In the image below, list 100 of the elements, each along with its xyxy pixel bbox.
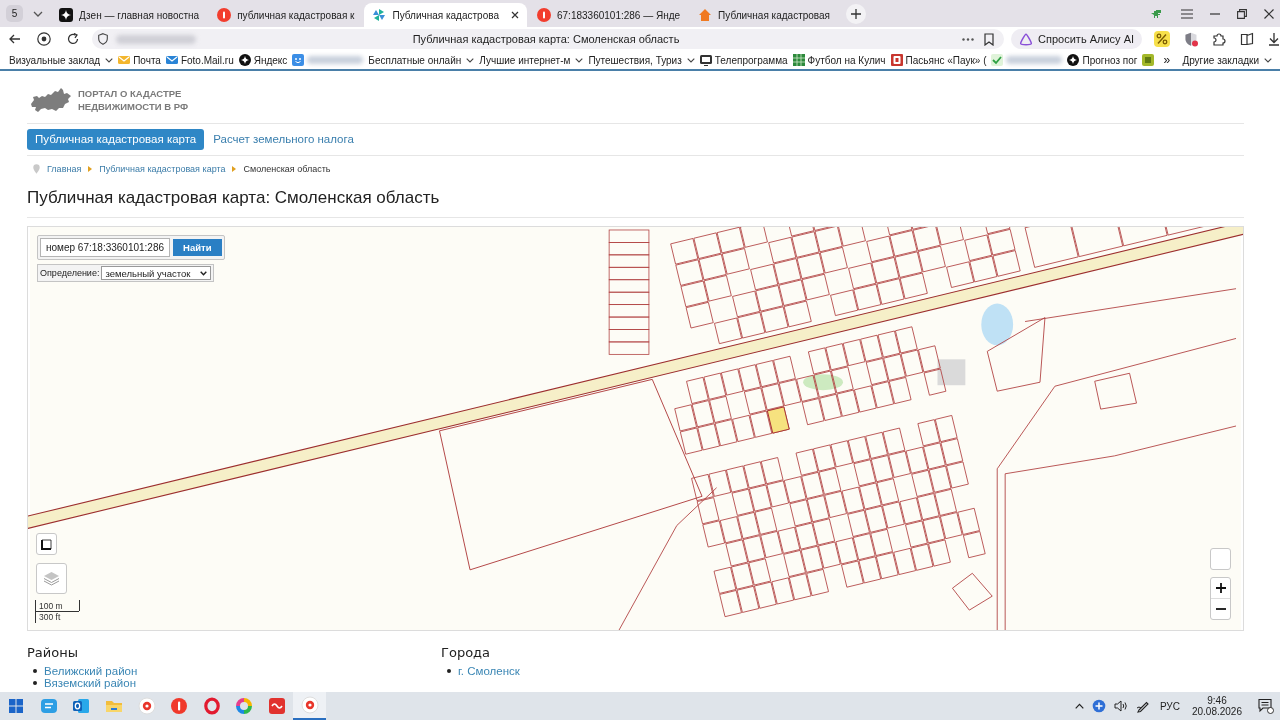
location-pin-icon bbox=[33, 163, 40, 174]
sidebar-icon[interactable] bbox=[1240, 32, 1254, 46]
browser-icon bbox=[137, 697, 156, 715]
round-logo-icon bbox=[217, 8, 232, 22]
scale-label: 100 m bbox=[39, 601, 63, 611]
bookmark[interactable]: Почта bbox=[118, 54, 161, 66]
round-logo-icon bbox=[537, 8, 551, 22]
extensions-icon[interactable] bbox=[1212, 32, 1226, 46]
caret-right-icon bbox=[232, 165, 237, 172]
taskbar-button[interactable] bbox=[293, 692, 326, 720]
menu-icon[interactable] bbox=[1181, 8, 1193, 19]
chevron-down-icon bbox=[466, 57, 475, 63]
round-logo-icon bbox=[170, 697, 189, 715]
search-field[interactable]: номер 67:18:3360101:286 bbox=[40, 238, 171, 257]
square-select-icon bbox=[41, 538, 52, 550]
back-icon[interactable] bbox=[9, 34, 21, 44]
chat-app-icon bbox=[39, 697, 58, 715]
triangle-icon bbox=[1019, 32, 1034, 46]
bookmark[interactable]: Телепрограмма bbox=[699, 54, 788, 66]
check-icon bbox=[991, 54, 1004, 66]
chevron-down-icon bbox=[105, 57, 114, 63]
address-field[interactable]: Публичная кадастровая карта: Смоленская область bbox=[91, 29, 1005, 49]
browser-tab[interactable]: Публичная кадастровая bbox=[690, 3, 839, 27]
smiley-icon bbox=[292, 54, 305, 66]
browser-tab[interactable]: Публичная кадастрова bbox=[364, 3, 527, 27]
list-link[interactable]: Велижский район bbox=[44, 665, 138, 677]
definition-label: Определение: bbox=[40, 268, 100, 278]
breadcrumb-link[interactable]: Публичная кадастровая карта bbox=[99, 163, 226, 174]
bullet-icon bbox=[33, 681, 37, 685]
speaker-icon[interactable] bbox=[1113, 700, 1128, 712]
download-icon[interactable] bbox=[1268, 32, 1280, 46]
list-link[interactable]: г. Смоленск bbox=[458, 665, 520, 677]
grid-icon bbox=[792, 54, 805, 66]
close-icon[interactable] bbox=[511, 11, 519, 19]
minimize-icon[interactable] bbox=[1210, 12, 1220, 15]
site-logo-text[interactable]: ПОРТАЛ О КАДАСТРЕ НЕДВИЖИМОСТИ В РФ bbox=[78, 87, 189, 113]
envelope-icon bbox=[118, 54, 131, 66]
bookmark[interactable]: Футбол на Кулич bbox=[792, 54, 886, 66]
house-icon bbox=[698, 8, 713, 22]
star-logo-icon bbox=[59, 8, 73, 22]
tile-icon bbox=[1142, 54, 1155, 66]
nav-link[interactable]: Расчет земельного налога bbox=[213, 129, 354, 150]
percent-icon[interactable] bbox=[1154, 31, 1171, 47]
bookmark[interactable]: Яндекс bbox=[238, 54, 288, 66]
restore-icon[interactable] bbox=[1237, 8, 1247, 19]
chevron-down-icon bbox=[686, 57, 695, 63]
bookmark-folder[interactable]: Визуальные заклад bbox=[9, 54, 114, 66]
reload-icon[interactable] bbox=[66, 33, 79, 45]
page-heading: Публичная кадастровая карта: Смоленская область bbox=[27, 187, 441, 209]
clock-date[interactable]: 20.08.2026 bbox=[1191, 706, 1242, 717]
bookmark-folder[interactable]: Другие закладки bbox=[1182, 54, 1272, 66]
minus-icon bbox=[1215, 608, 1226, 610]
bookmark[interactable] bbox=[292, 54, 364, 66]
nav-button[interactable]: Публичная кадастровая карта bbox=[27, 129, 205, 150]
profile-button[interactable]: 5 bbox=[6, 5, 23, 22]
bookmark-icon[interactable] bbox=[984, 32, 995, 46]
assistant-button[interactable]: Спросить Алису AI bbox=[1011, 29, 1143, 49]
sync-icon[interactable] bbox=[1091, 699, 1106, 713]
definition-select[interactable]: земельный участок bbox=[101, 266, 212, 280]
shield-icon[interactable] bbox=[97, 33, 108, 45]
bookmark-folder[interactable]: Бесплатные онлайн bbox=[368, 54, 475, 66]
shield-badge-icon[interactable] bbox=[1184, 31, 1199, 47]
more-icon[interactable] bbox=[962, 37, 975, 41]
browser-tab[interactable]: публичная кадастровая к bbox=[209, 3, 363, 27]
tv-icon bbox=[699, 54, 712, 66]
bookmark-folder[interactable]: Лучшие интернет-м bbox=[479, 54, 584, 66]
chevron-down-icon bbox=[575, 57, 584, 63]
breadcrumb-current: Смоленская область bbox=[243, 163, 331, 174]
breadcrumb-link[interactable]: Главная bbox=[47, 163, 82, 174]
more-bookmarks-button[interactable]: » bbox=[1161, 53, 1173, 67]
pinwheel-icon bbox=[372, 8, 387, 22]
search-button[interactable]: Найти bbox=[173, 239, 222, 256]
chevron-down-icon[interactable] bbox=[33, 10, 43, 17]
russia-map-icon[interactable] bbox=[30, 87, 72, 113]
bookmark[interactable] bbox=[1142, 54, 1155, 66]
dinosaur-icon[interactable] bbox=[1150, 7, 1164, 20]
bookmark-folder[interactable]: Путешествия, Туриз bbox=[588, 54, 695, 66]
browser-tab[interactable]: 67:183360101:286 — Янде bbox=[529, 3, 689, 27]
page-title: Публичная кадастровая карта: Смоленская область bbox=[412, 33, 680, 45]
mail-app-icon bbox=[72, 697, 91, 715]
bookmark[interactable]: Foto.Mail.ru bbox=[165, 54, 234, 66]
plus-icon bbox=[851, 8, 862, 19]
layers-icon bbox=[43, 571, 60, 586]
circle-logo-icon[interactable] bbox=[37, 32, 51, 46]
bookmark[interactable]: Пасьянс «Паук» ( bbox=[890, 54, 987, 66]
select-area-button[interactable] bbox=[36, 533, 57, 555]
envelope-icon bbox=[165, 54, 178, 66]
caret-right-icon bbox=[88, 165, 93, 172]
notification-icon[interactable] bbox=[1258, 698, 1274, 714]
pen-icon[interactable] bbox=[1135, 699, 1150, 713]
star-logo-icon bbox=[238, 54, 251, 66]
new-tab-button[interactable] bbox=[846, 3, 867, 24]
bookmark[interactable]: Прогноз пог bbox=[1067, 54, 1138, 66]
close-icon[interactable] bbox=[1264, 8, 1274, 19]
chevron-up-icon[interactable] bbox=[1074, 703, 1084, 709]
browser-tab[interactable]: Дзен — главная новостна bbox=[51, 3, 208, 27]
list-link[interactable]: Вяземский район bbox=[44, 677, 136, 689]
language-indicator[interactable]: РУС bbox=[1159, 700, 1180, 712]
start-icon[interactable] bbox=[9, 699, 24, 713]
clock-time[interactable]: 9:46 bbox=[1207, 695, 1227, 706]
